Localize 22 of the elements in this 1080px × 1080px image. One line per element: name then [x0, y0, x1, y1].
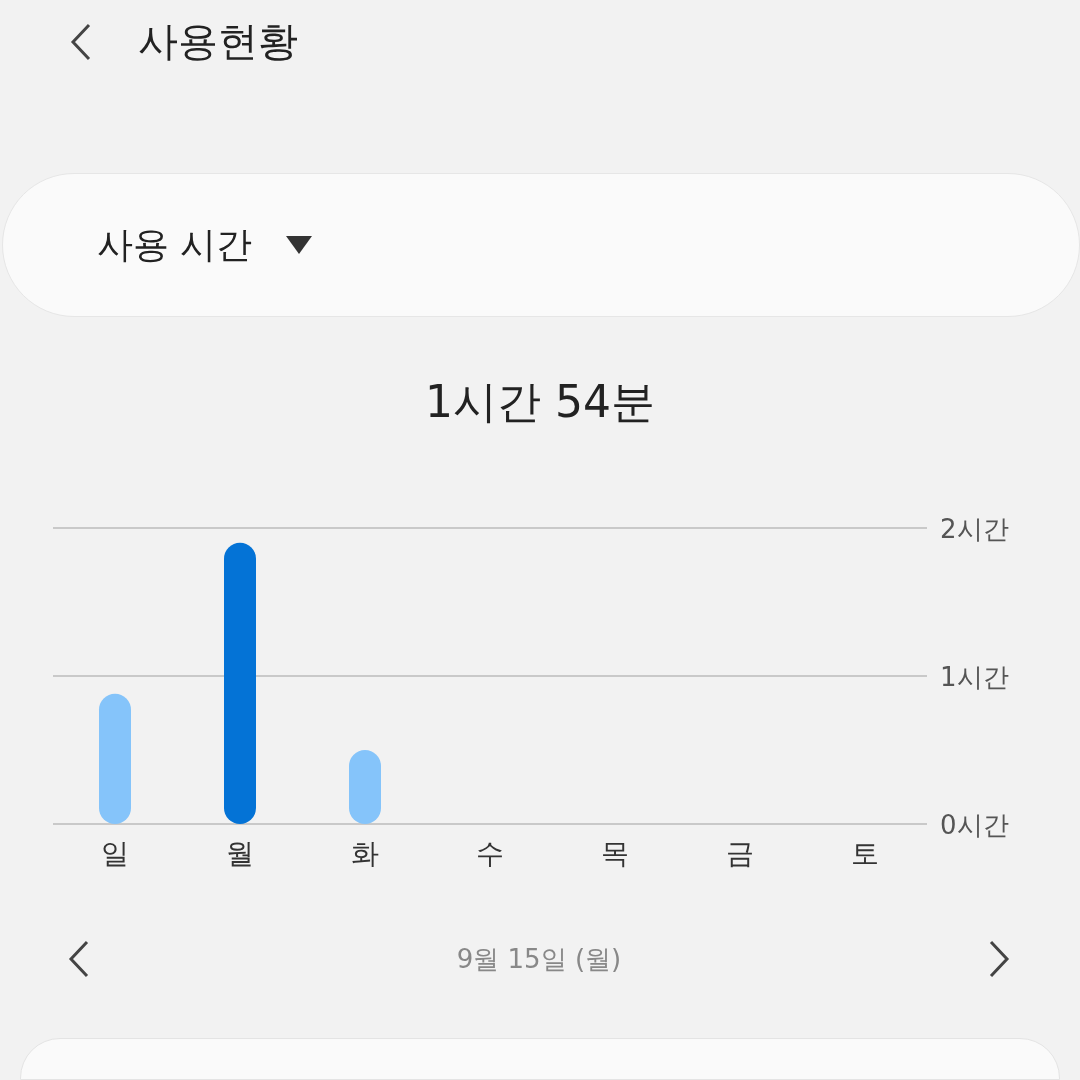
- axis-tick-label: 2시간: [940, 514, 1009, 545]
- back-icon: [70, 22, 92, 61]
- day-label: 일: [101, 837, 129, 871]
- day-label: 목: [601, 837, 629, 871]
- chevron-left-icon: [68, 940, 90, 979]
- day-label: 토: [851, 837, 879, 871]
- day-label: 수: [476, 837, 504, 871]
- day-label: 월: [226, 837, 254, 871]
- back-button[interactable]: [70, 22, 92, 61]
- chevron-right-icon: [988, 940, 1010, 979]
- day-label: 화: [351, 837, 379, 871]
- date-label: 9월 15일 (월): [456, 942, 622, 976]
- bar[interactable]: [224, 543, 256, 825]
- usage-dropdown[interactable]: 사용 시간: [97, 220, 313, 270]
- total-usage: 1시간 54분: [424, 375, 656, 430]
- dropdown-arrow-icon: [286, 236, 313, 255]
- day-label: 금: [726, 837, 754, 871]
- axis-tick-label: 1시간: [940, 662, 1009, 693]
- previous-button[interactable]: [68, 940, 90, 979]
- page-title: 사용현황: [138, 17, 298, 67]
- axis-tick-label: 0시간: [940, 810, 1009, 841]
- next-button[interactable]: [988, 940, 1010, 979]
